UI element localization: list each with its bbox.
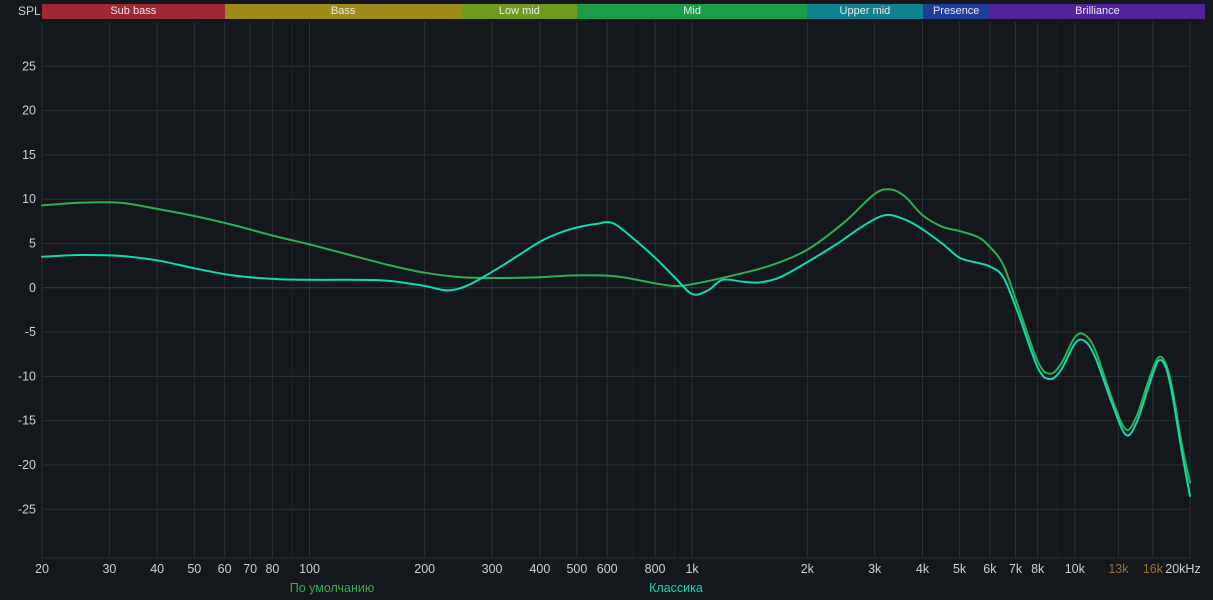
x-tick-30: 30: [102, 562, 116, 576]
y-tick-20: 20: [22, 104, 36, 118]
y-tick--10: -10: [18, 369, 36, 383]
x-tick-4k: 4k: [916, 562, 930, 576]
x-tick-3k: 3k: [868, 562, 882, 576]
x-tick-200: 200: [414, 562, 435, 576]
frequency-response-chart: 20 30 40 50 60 70 80 100 200 300 400 500 600 800 1k 2k 3…: [18, 22, 1201, 576]
x-tick-800: 800: [645, 562, 666, 576]
x-tick-6k: 6k: [983, 562, 997, 576]
y-tick-5: 5: [29, 237, 36, 251]
x-tick-500: 500: [566, 562, 587, 576]
x-tick-2k: 2k: [801, 562, 815, 576]
x-tick-1k: 1k: [685, 562, 699, 576]
y-tick--25: -25: [18, 502, 36, 516]
x-tick-70: 70: [243, 562, 257, 576]
x-tick-50: 50: [187, 562, 201, 576]
x-tick-80: 80: [265, 562, 279, 576]
x-tick-10k: 10k: [1065, 562, 1086, 576]
y-tick-15: 15: [22, 148, 36, 162]
x-tick-20: 20: [35, 562, 49, 576]
x-tick-100: 100: [299, 562, 320, 576]
legend-preset-default[interactable]: По умолчанию: [290, 581, 375, 595]
y-tick--5: -5: [25, 325, 36, 339]
y-tick--20: -20: [18, 458, 36, 472]
x-tick-600: 600: [597, 562, 618, 576]
x-tick-400: 400: [529, 562, 550, 576]
y-tick-0: 0: [29, 281, 36, 295]
y-tick--15: -15: [18, 414, 36, 428]
y-tick-25: 25: [22, 59, 36, 73]
curve-preset-default: [41, 188, 1191, 484]
x-tick-20kHz: 20kHz: [1165, 562, 1200, 576]
y-tick-10: 10: [22, 192, 36, 206]
x-tick-16k: 16k: [1143, 562, 1164, 576]
x-tick-60: 60: [218, 562, 232, 576]
x-tick-5k: 5k: [953, 562, 967, 576]
x-tick-7k: 7k: [1009, 562, 1023, 576]
x-tick-8k: 8k: [1031, 562, 1045, 576]
frequency-response-panel: SPL Sub bass Bass Low mid Mid Upper mid Prese…: [0, 0, 1213, 600]
x-tick-300: 300: [482, 562, 503, 576]
x-tick-40: 40: [150, 562, 164, 576]
x-tick-13k: 13k: [1108, 562, 1129, 576]
curve-preset-classic: [41, 213, 1191, 497]
legend-preset-classic[interactable]: Классика: [649, 581, 703, 595]
